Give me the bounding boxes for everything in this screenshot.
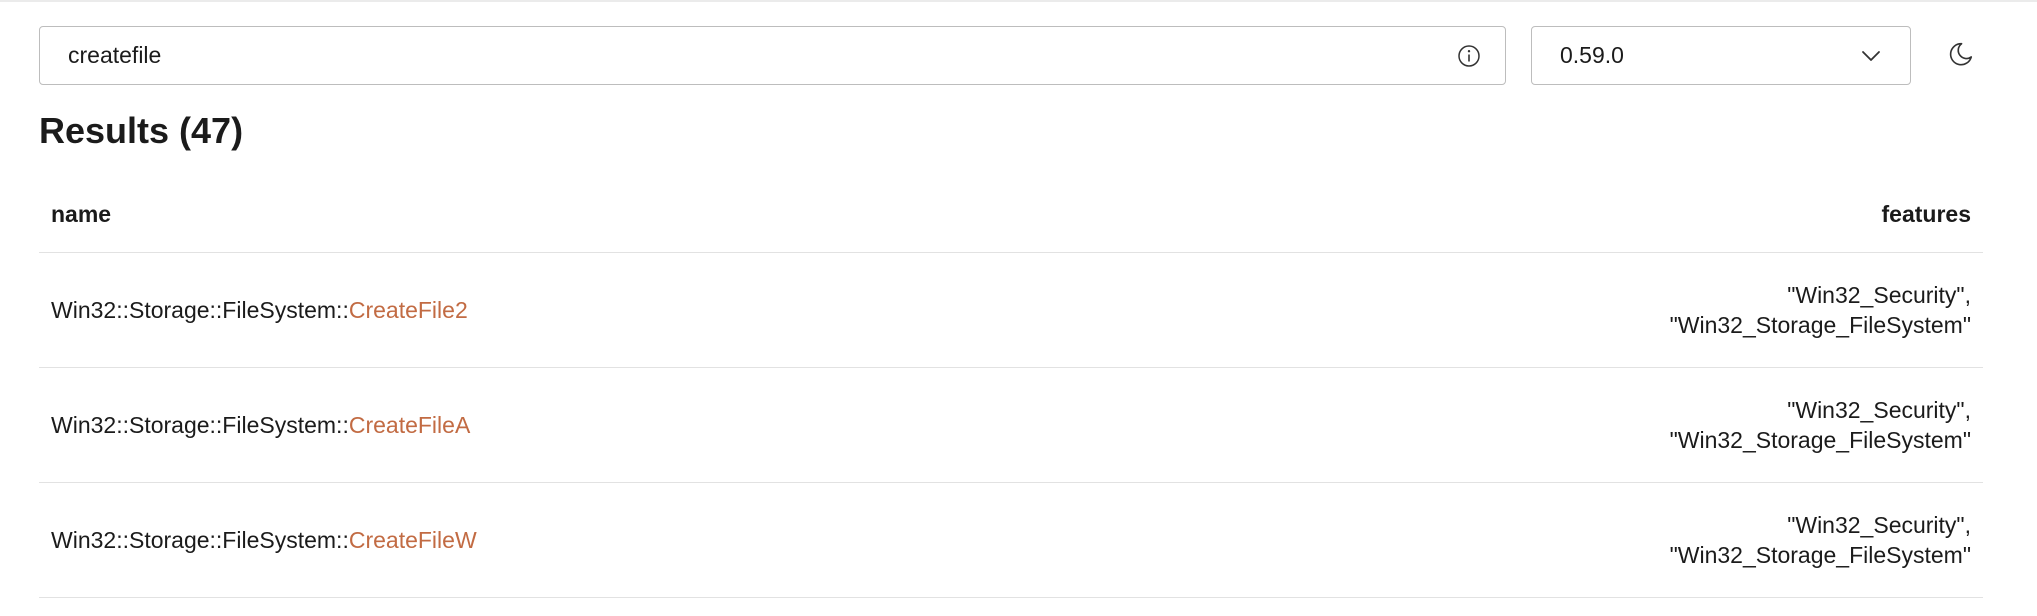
feature-entry: "Win32_Security",: [1787, 282, 1971, 308]
version-select[interactable]: 0.59.0: [1531, 26, 1911, 85]
result-namespace: Win32::Storage::FileSystem::: [51, 526, 349, 553]
feature-entry: "Win32_Security",: [1787, 512, 1971, 538]
result-item-link[interactable]: CreateFileA: [349, 412, 470, 438]
result-namespace: Win32::Storage::FileSystem::: [51, 411, 349, 438]
results-table: name features Win32::Storage::FileSystem…: [39, 177, 1983, 598]
result-name: Win32::Storage::FileSystem::CreateFileA: [51, 412, 470, 439]
result-features: "Win32_Security", "Win32_Storage_FileSys…: [1670, 510, 1971, 570]
result-features: "Win32_Security", "Win32_Storage_FileSys…: [1670, 280, 1971, 340]
feature-entry: "Win32_Security",: [1787, 397, 1971, 423]
table-row: Win32::Storage::FileSystem::CreateFileA …: [39, 368, 1983, 483]
table-row: Win32::Storage::FileSystem::CreateFile2 …: [39, 253, 1983, 368]
info-icon[interactable]: [1456, 43, 1482, 69]
search-box[interactable]: [39, 26, 1506, 85]
feature-entry: "Win32_Storage_FileSystem": [1669, 427, 1971, 453]
results-heading: Results (47): [39, 110, 244, 151]
result-item-link[interactable]: CreateFileW: [349, 527, 477, 553]
result-features: "Win32_Security", "Win32_Storage_FileSys…: [1670, 395, 1971, 455]
feature-entry: "Win32_Storage_FileSystem": [1669, 312, 1971, 338]
result-item-link[interactable]: CreateFile2: [349, 297, 468, 323]
theme-toggle-button[interactable]: [1945, 40, 1977, 72]
chevron-down-icon: [1858, 43, 1884, 69]
column-header-name: name: [51, 201, 112, 227]
search-input[interactable]: [40, 27, 1456, 84]
result-namespace: Win32::Storage::FileSystem::: [51, 296, 349, 323]
version-select-value: 0.59.0: [1560, 42, 1624, 68]
table-row: Win32::Storage::FileSystem::CreateFileW …: [39, 483, 1983, 598]
table-header: name features: [39, 177, 1983, 253]
result-name: Win32::Storage::FileSystem::CreateFile2: [51, 297, 468, 324]
moon-icon: [1947, 40, 1975, 73]
feature-entry: "Win32_Storage_FileSystem": [1669, 542, 1971, 568]
result-name: Win32::Storage::FileSystem::CreateFileW: [51, 527, 477, 554]
column-header-features: features: [1881, 201, 1971, 227]
top-divider: [0, 0, 2037, 2]
